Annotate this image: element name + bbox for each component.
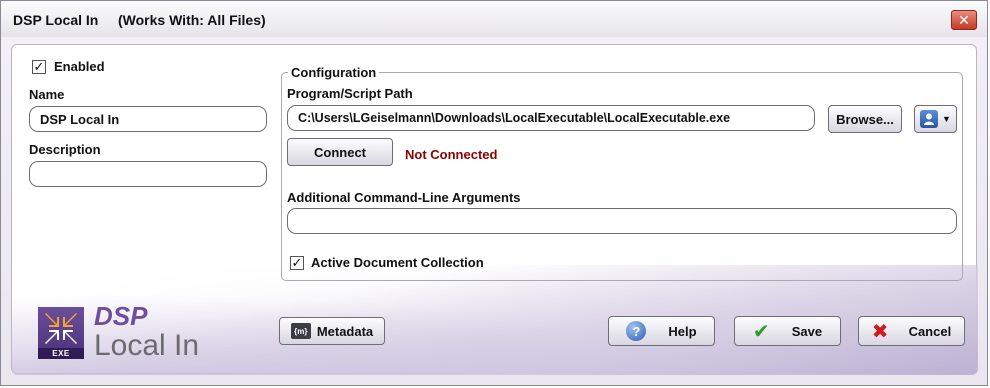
logo-mark: EXE xyxy=(38,307,84,359)
program-path-label: Program/Script Path xyxy=(287,86,413,101)
checkmark-icon: ✔ xyxy=(752,320,770,343)
checkmark-icon: ✓ xyxy=(33,59,45,74)
arguments-input[interactable] xyxy=(287,208,957,234)
dialog-content: ✓ Enabled Name Description Configuration… xyxy=(11,44,978,375)
logo-exe-badge: EXE xyxy=(38,348,84,359)
cancel-button[interactable]: ✖ Cancel xyxy=(858,316,965,346)
dialog-window: DSP Local In (Works With: All Files) ✕ ✓… xyxy=(0,0,988,386)
enabled-label: Enabled xyxy=(54,59,105,74)
connect-button[interactable]: Connect xyxy=(287,138,393,166)
name-label: Name xyxy=(29,87,65,102)
window-title: DSP Local In xyxy=(13,12,99,28)
enabled-checkbox[interactable]: ✓ xyxy=(32,60,46,74)
question-icon: ? xyxy=(626,321,647,341)
metadata-button[interactable]: {m} Metadata xyxy=(279,317,385,345)
works-with-label: (Works With: All Files) xyxy=(118,12,266,28)
logo-brand: DSP xyxy=(94,301,148,331)
help-button[interactable]: ? Help xyxy=(608,316,715,346)
logo-product-name: Local In xyxy=(94,329,200,362)
chevron-down-icon: ▼ xyxy=(942,114,951,124)
active-document-label: Active Document Collection xyxy=(311,255,484,270)
arrows-logo-icon xyxy=(45,313,77,344)
browse-button[interactable]: Browse... xyxy=(828,105,902,133)
configuration-legend: Configuration xyxy=(291,65,377,80)
close-button[interactable]: ✕ xyxy=(951,10,977,30)
user-icon xyxy=(920,110,939,128)
active-document-checkbox[interactable]: ✓ xyxy=(290,256,304,270)
browse-label: Browse... xyxy=(836,111,894,127)
checkmark-icon: ✓ xyxy=(291,255,303,270)
name-input[interactable] xyxy=(29,106,267,132)
help-label: Help xyxy=(668,323,697,339)
close-icon: ✕ xyxy=(958,11,970,28)
metadata-label: Metadata xyxy=(316,323,374,339)
x-icon: ✖ xyxy=(871,320,889,343)
title-bar: DSP Local In (Works With: All Files) ✕ xyxy=(1,1,987,37)
save-button[interactable]: ✔ Save xyxy=(734,316,841,346)
description-label: Description xyxy=(29,142,101,157)
save-label: Save xyxy=(791,323,823,339)
description-input[interactable] xyxy=(29,161,267,187)
connect-label: Connect xyxy=(314,144,366,160)
connection-status: Not Connected xyxy=(405,147,498,162)
cancel-label: Cancel xyxy=(908,323,952,339)
arguments-label: Additional Command-Line Arguments xyxy=(287,190,521,205)
metadata-icon: {m} xyxy=(290,323,311,339)
program-path-input[interactable] xyxy=(287,105,815,131)
user-selector-dropdown[interactable]: ▼ xyxy=(914,105,957,133)
